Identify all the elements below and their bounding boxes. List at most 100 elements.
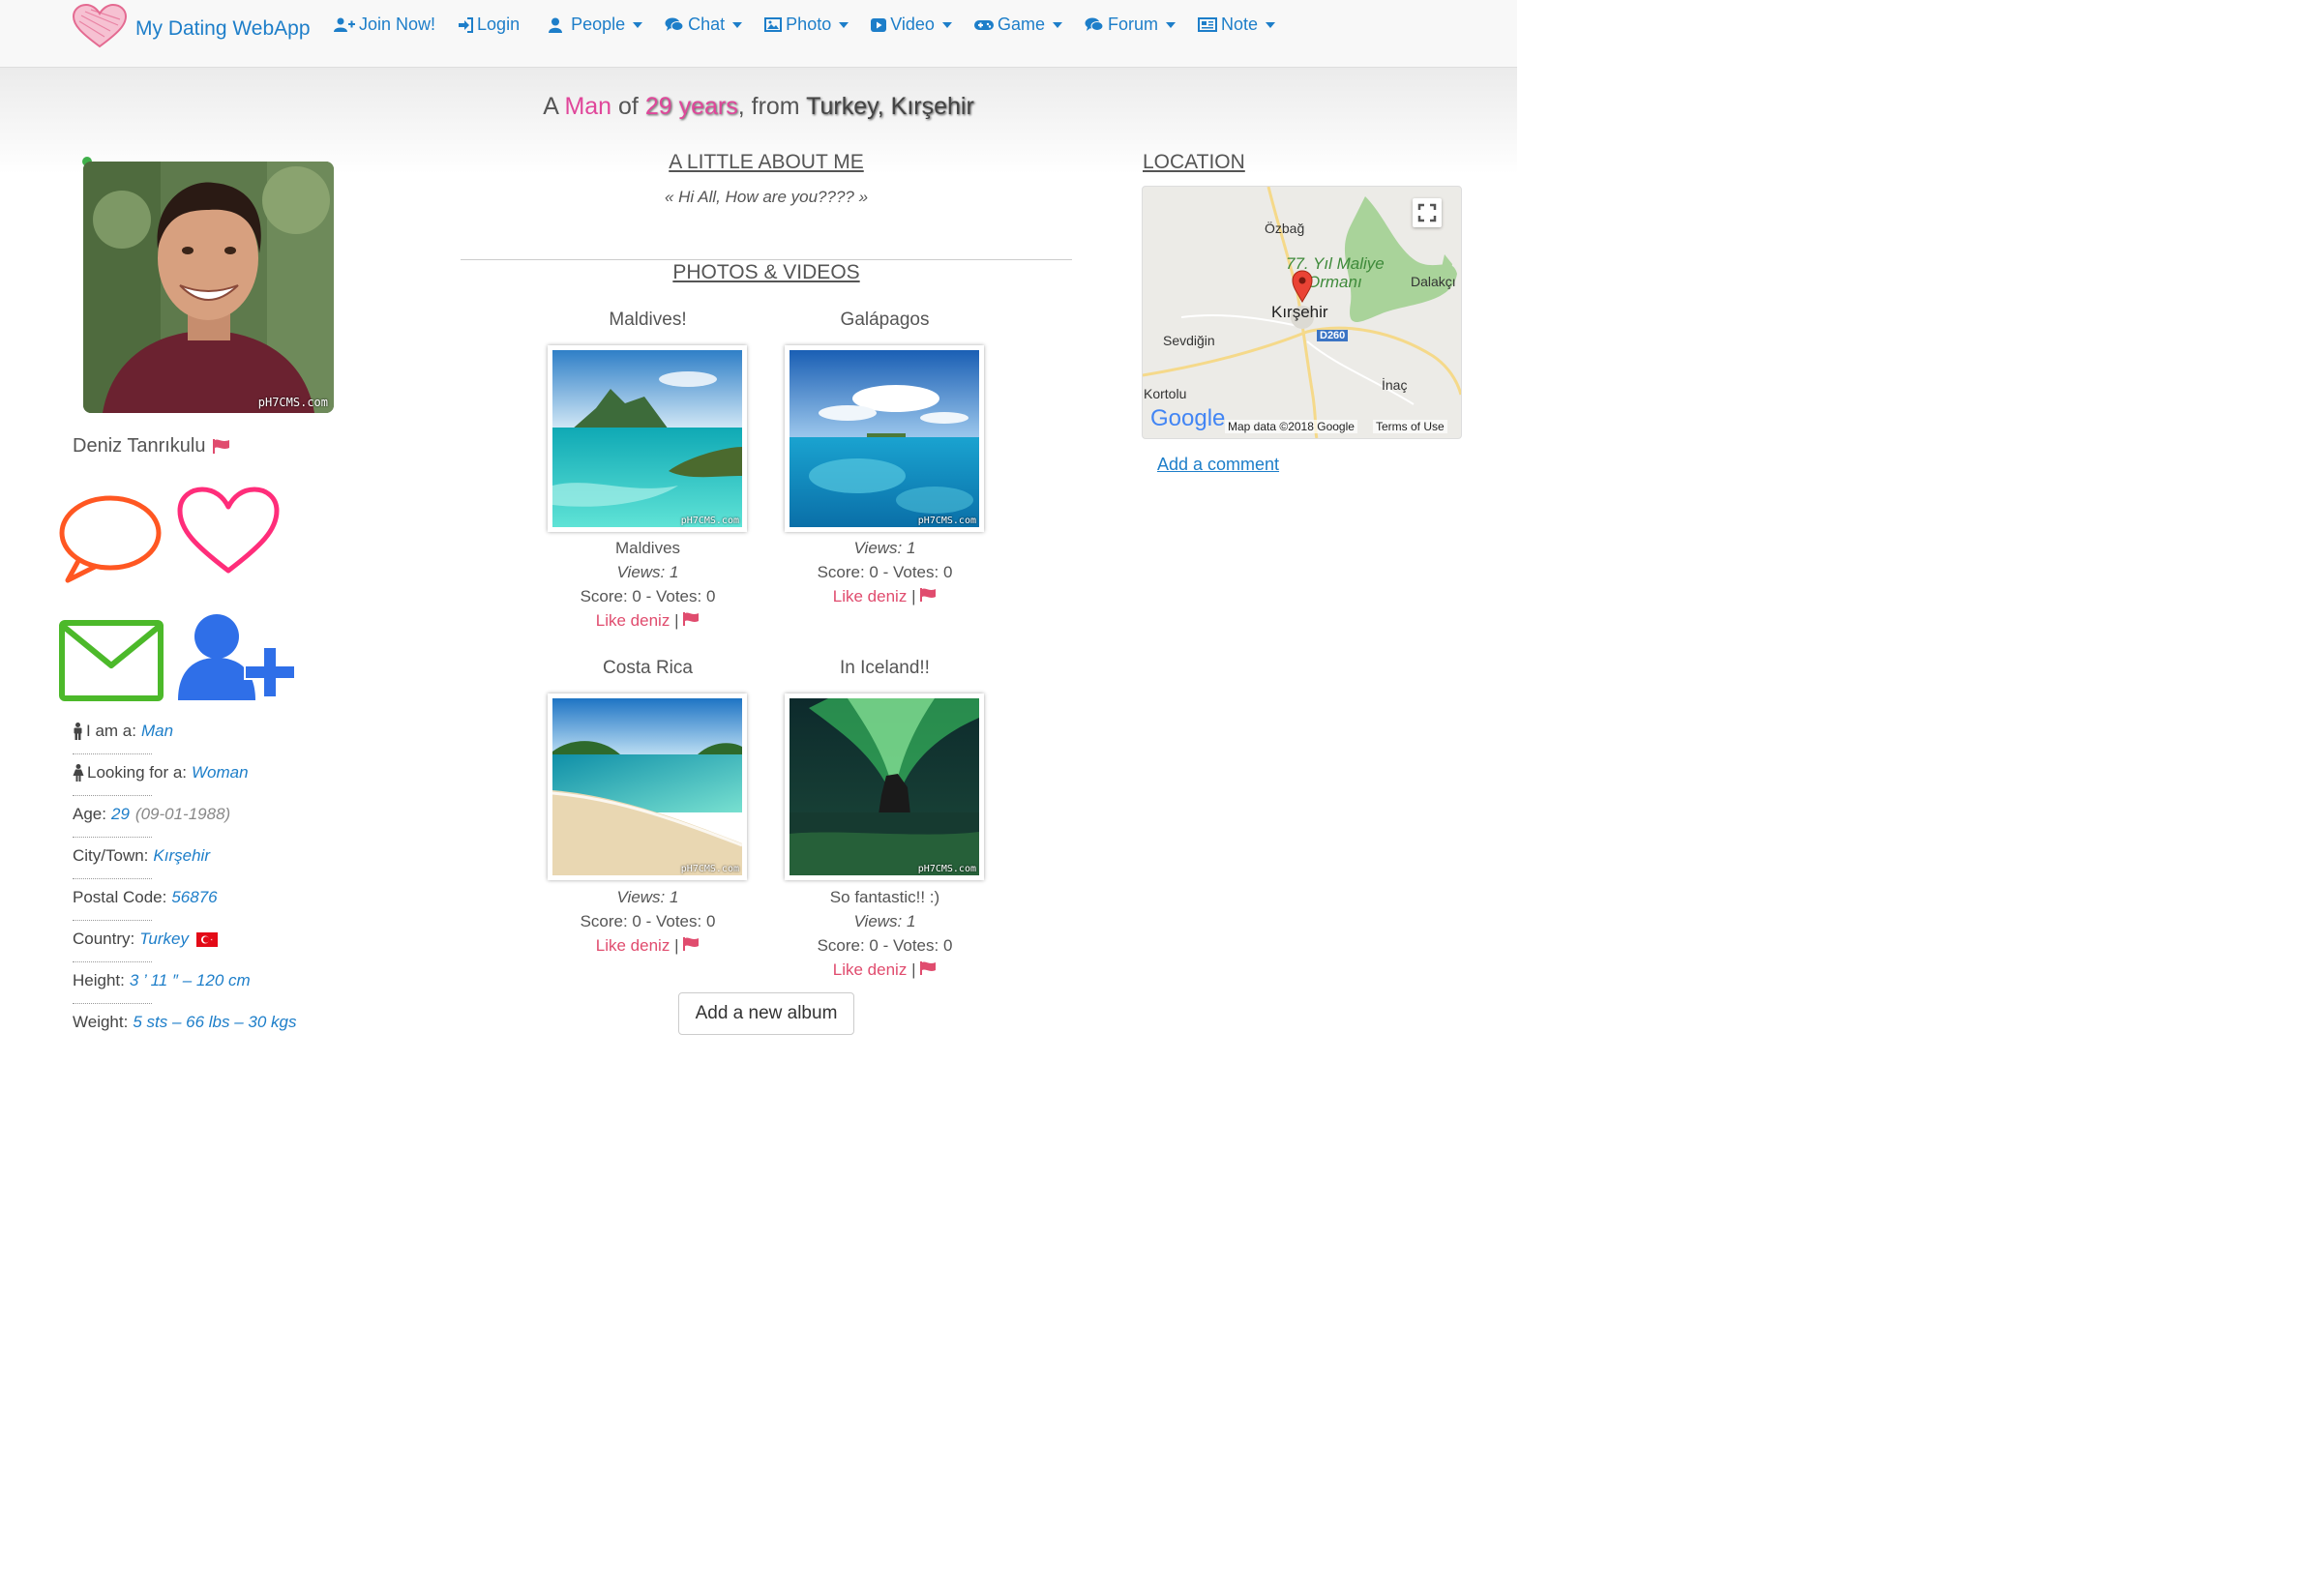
album-views: Views: 1 xyxy=(853,912,916,930)
nav-join-label: Join Now! xyxy=(359,15,436,34)
album-score: Score: 0 - Votes: 0 xyxy=(817,936,953,955)
info-row-looking-for: Looking for a: Woman xyxy=(73,761,382,803)
nav-note[interactable]: Note xyxy=(1197,15,1276,35)
avatar[interactable]: pH7CMS.com xyxy=(83,162,334,413)
album-score: Score: 0 - Votes: 0 xyxy=(580,587,716,605)
nav-people[interactable]: People xyxy=(548,15,643,35)
mail-icon[interactable] xyxy=(58,619,164,702)
album-title[interactable]: Galápagos xyxy=(766,310,1003,331)
brand[interactable]: My Dating WebApp xyxy=(72,4,311,48)
picture-icon xyxy=(764,17,783,32)
info-value[interactable]: 3 ’ 11 ″ – 120 cm xyxy=(130,971,251,990)
album-meta: Maldives Views: 1 Score: 0 - Votes: 0 Li… xyxy=(529,536,766,633)
map-label: Ormanı xyxy=(1307,273,1362,291)
add-album-button[interactable]: Add a new album xyxy=(678,992,854,1035)
info-value[interactable]: Woman xyxy=(192,763,249,782)
fullscreen-button[interactable] xyxy=(1413,198,1442,227)
google-logo[interactable]: Google xyxy=(1150,405,1225,432)
nav-join[interactable]: Join Now! xyxy=(334,15,435,35)
male-icon xyxy=(74,723,82,740)
info-value[interactable]: Turkey xyxy=(139,930,189,949)
like-link[interactable]: Like deniz xyxy=(833,587,908,605)
album-photo xyxy=(790,698,979,875)
separator: | xyxy=(674,611,679,630)
headline-sex: Man xyxy=(564,93,612,120)
headline-from: , from xyxy=(737,93,800,120)
album-card: Maldives! xyxy=(529,310,766,331)
heart-logo-icon xyxy=(72,4,128,48)
nav-video[interactable]: Video xyxy=(871,15,952,35)
gamepad-icon xyxy=(973,19,994,30)
info-value[interactable]: Kırşehir xyxy=(153,846,210,866)
fullscreen-icon xyxy=(1417,203,1437,222)
flag-icon[interactable] xyxy=(213,439,230,454)
flag-icon[interactable] xyxy=(683,937,700,951)
flag-icon[interactable] xyxy=(683,612,700,626)
separator: | xyxy=(911,960,916,979)
nav-login[interactable]: Login xyxy=(458,15,520,35)
photo-watermark: pH7CMS.com xyxy=(680,864,739,874)
chevron-down-icon xyxy=(1266,21,1276,28)
album-card: Galápagos xyxy=(766,310,1003,331)
album-caption: So fantastic!! :) xyxy=(829,888,940,906)
female-icon xyxy=(73,764,84,782)
album-photo xyxy=(551,698,743,875)
album-card: In Iceland!! xyxy=(766,658,1003,679)
map-pin-icon[interactable] xyxy=(1292,270,1313,303)
info-row-sex: I am a: Man xyxy=(73,720,382,761)
info-value[interactable]: 5 sts – 66 lbs – 30 kgs xyxy=(133,1013,296,1032)
newspaper-icon xyxy=(1197,17,1217,32)
nav-chat[interactable]: Chat xyxy=(665,15,743,35)
like-link[interactable]: Like deniz xyxy=(596,611,670,630)
headline-of: of xyxy=(618,93,639,120)
chevron-down-icon xyxy=(839,21,849,28)
heart-icon[interactable] xyxy=(176,486,281,576)
profile-headline: A Man of 29 years, from Turkey, Kırşehir xyxy=(0,93,1517,121)
chevron-down-icon xyxy=(1052,21,1062,28)
info-value[interactable]: Man xyxy=(141,722,173,741)
nav-game[interactable]: Game xyxy=(973,15,1062,35)
album-title[interactable]: In Iceland!! xyxy=(766,658,1003,679)
location-map[interactable]: Özbağ 77. Yıl Maliye Ormanı Dalakçı Kırş… xyxy=(1142,186,1462,439)
headline-prefix: A xyxy=(543,93,558,120)
map-terms-link[interactable]: Terms of Use xyxy=(1373,420,1447,433)
info-row-postal-code: Postal Code: 56876 xyxy=(73,886,382,928)
album-meta: Views: 1 Score: 0 - Votes: 0 Like deniz … xyxy=(766,536,1003,608)
like-link[interactable]: Like deniz xyxy=(596,936,670,955)
info-label: Weight: xyxy=(73,1013,129,1031)
map-label: D260 xyxy=(1317,330,1349,341)
info-value[interactable]: 29 xyxy=(111,805,130,824)
flag-icon[interactable] xyxy=(920,961,937,975)
nav-photo[interactable]: Photo xyxy=(764,15,849,35)
map-label: Kırşehir xyxy=(1271,303,1328,321)
album-title[interactable]: Costa Rica xyxy=(529,658,766,679)
nav-login-label: Login xyxy=(477,15,521,34)
nav-note-label: Note xyxy=(1220,15,1259,34)
flag-icon[interactable] xyxy=(920,588,937,602)
add-friend-icon[interactable] xyxy=(176,611,296,702)
about-text: « Hi All, How are you???? » xyxy=(664,188,869,206)
album-title[interactable]: Maldives! xyxy=(529,310,766,331)
photo-watermark: pH7CMS.com xyxy=(680,516,739,526)
album-thumbnail[interactable]: pH7CMS.com xyxy=(548,345,747,532)
album-thumbnail[interactable]: pH7CMS.com xyxy=(785,345,984,532)
nav-forum[interactable]: Forum xyxy=(1085,15,1176,35)
chat-bubble-icon[interactable] xyxy=(58,493,164,585)
turkey-flag-icon xyxy=(195,931,218,947)
add-comment-link[interactable]: Add a comment xyxy=(1157,455,1279,475)
location-title: LOCATION xyxy=(1143,151,1245,173)
album-card: Costa Rica xyxy=(529,658,766,679)
nav-forum-label: Forum xyxy=(1107,15,1158,34)
album-thumbnail[interactable]: pH7CMS.com xyxy=(785,694,984,880)
info-value[interactable]: 56876 xyxy=(171,888,217,907)
album-thumbnail[interactable]: pH7CMS.com xyxy=(548,694,747,880)
info-extra: (09-01-1988) xyxy=(134,805,231,823)
like-link[interactable]: Like deniz xyxy=(833,960,908,979)
info-label: Looking for a: xyxy=(87,763,188,782)
separator: | xyxy=(911,587,916,605)
info-label: Age: xyxy=(73,805,106,823)
media-title: PHOTOS & VIDEOS xyxy=(672,261,860,283)
album-views: Views: 1 xyxy=(616,563,679,581)
album-meta: So fantastic!! :) Views: 1 Score: 0 - Vo… xyxy=(766,885,1003,982)
info-label: Country: xyxy=(73,930,135,948)
